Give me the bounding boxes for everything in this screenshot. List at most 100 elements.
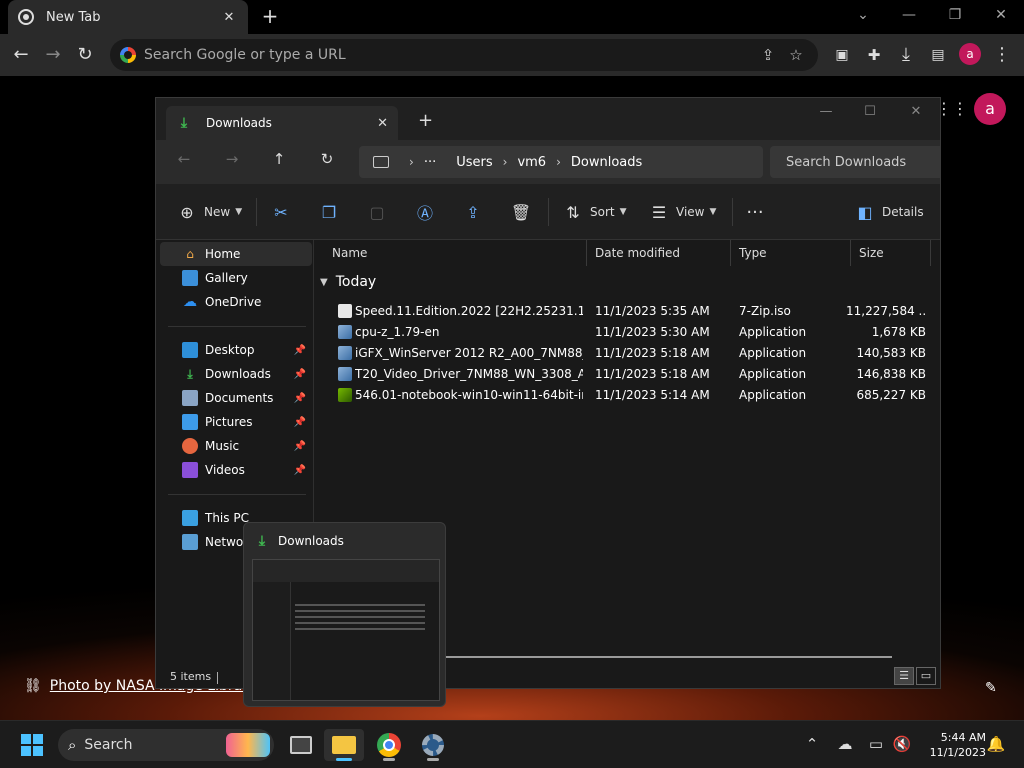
pin-icon[interactable]: 📌 <box>294 417 306 428</box>
volume-muted-icon[interactable]: 🔇 <box>891 735 913 753</box>
task-view-button[interactable] <box>281 729 321 761</box>
minimize-button[interactable]: — <box>886 4 932 28</box>
close-window-button[interactable]: ✕ <box>978 4 1024 28</box>
new-button[interactable]: ⊕ New ▼ <box>176 200 242 224</box>
table-row[interactable]: cpu-z_1.79-en 11/1/2023 5:30 AM Applicat… <box>316 322 936 343</box>
new-tab-button[interactable]: + <box>418 110 433 131</box>
search-box[interactable] <box>770 146 940 178</box>
more-icon[interactable]: ··· <box>424 155 436 170</box>
sidebar-item-music[interactable]: Music 📌 <box>160 434 312 458</box>
sidebar-item-documents[interactable]: Documents 📌 <box>160 386 312 410</box>
sidebar-item-pictures[interactable]: Pictures 📌 <box>160 410 312 434</box>
group-header-today[interactable]: ▼ Today <box>320 274 376 290</box>
rename-button[interactable]: Ⓐ <box>414 200 436 224</box>
restore-button[interactable]: ❐ <box>932 4 978 28</box>
extension-icon[interactable]: ▣ <box>829 42 855 68</box>
tiles-view-icon[interactable]: ▭ <box>916 667 936 685</box>
explorer-tab-downloads[interactable]: ⤓ Downloads ✕ <box>166 106 398 140</box>
taskbar-file-explorer[interactable] <box>324 729 364 761</box>
table-row[interactable]: iGFX_WinServer 2012 R2_A00_7NM88_Set... … <box>316 343 936 364</box>
taskbar-search[interactable]: ⌕ Search <box>58 729 274 761</box>
view-button[interactable]: ☰ View ▼ <box>648 200 717 224</box>
explorer-navbar: ← → ↑ ↻ › ··· Users › vm6 › Downloads <box>156 140 940 184</box>
notification-bell-icon[interactable]: 🔔 <box>985 735 1007 753</box>
forward-button[interactable]: → <box>220 150 244 168</box>
profile-avatar[interactable]: a <box>959 43 981 65</box>
pin-icon[interactable]: 📌 <box>294 369 306 380</box>
menu-kebab-icon[interactable]: ⋮ <box>989 42 1015 68</box>
pencil-icon[interactable]: ✎ <box>985 680 997 696</box>
maximize-button[interactable]: ☐ <box>848 104 892 119</box>
close-icon[interactable]: ✕ <box>377 116 388 131</box>
details-button[interactable]: ◧ Details <box>854 200 923 224</box>
omnibox[interactable]: ⇪ ☆ <box>110 39 818 71</box>
profile-avatar-large[interactable]: a <box>974 93 1006 125</box>
table-row[interactable]: Speed.11.Edition.2022 [22H2.25231.1000].… <box>316 301 936 322</box>
share-icon[interactable]: ⇪ <box>754 46 782 64</box>
chevron-down-icon[interactable]: ⌄ <box>840 4 886 28</box>
cut-button[interactable]: ✂ <box>270 200 292 224</box>
share-button[interactable]: ⇪ <box>462 200 484 224</box>
pin-icon[interactable]: 📌 <box>294 465 306 476</box>
delete-button[interactable]: 🗑 <box>510 200 532 224</box>
sidebar-item-desktop[interactable]: Desktop 📌 <box>160 338 312 362</box>
breadcrumb-users[interactable]: Users <box>456 155 492 170</box>
copy-button[interactable]: ❐ <box>318 200 340 224</box>
search-highlight-icon <box>226 733 270 757</box>
omnibox-input[interactable] <box>144 47 754 63</box>
column-header-size[interactable]: Size <box>851 240 931 266</box>
bookmark-star-icon[interactable]: ☆ <box>782 46 810 64</box>
chrome-tab-new-tab[interactable]: New Tab ✕ <box>8 0 248 34</box>
taskbar-chrome[interactable] <box>369 729 409 761</box>
close-icon[interactable]: ✕ <box>220 10 238 25</box>
forward-button[interactable]: → <box>40 42 66 68</box>
new-tab-button[interactable]: + <box>258 6 282 28</box>
sidebar-item-label: Desktop <box>205 343 255 357</box>
windows-start-icon[interactable] <box>21 734 43 756</box>
search-input[interactable] <box>786 154 924 170</box>
taskbar-settings[interactable] <box>413 729 453 761</box>
side-panel-icon[interactable]: ▤ <box>925 42 951 68</box>
pin-icon[interactable]: 📌 <box>294 345 306 356</box>
breadcrumb-vm6[interactable]: vm6 <box>517 155 546 170</box>
system-clock[interactable]: 5:44 AM 11/1/2023 <box>922 730 986 760</box>
sidebar-item-videos[interactable]: Videos 📌 <box>160 458 312 482</box>
column-header-type[interactable]: Type <box>731 240 851 266</box>
taskbar-thumbnail-preview[interactable]: ⤓ Downloads <box>243 522 446 707</box>
address-bar[interactable]: › ··· Users › vm6 › Downloads <box>359 146 763 178</box>
chevron-up-icon[interactable]: ⌃ <box>801 735 823 753</box>
cloud-off-icon[interactable]: ☁ <box>834 735 856 753</box>
back-button[interactable]: ← <box>8 42 34 68</box>
file-size: 1,678 KB <box>871 325 926 339</box>
download-icon[interactable]: ⤓ <box>893 42 919 68</box>
network-icon[interactable]: ▭ <box>865 735 887 753</box>
paste-button[interactable]: ▢ <box>366 200 388 224</box>
table-row[interactable]: 546.01-notebook-win10-win11-64bit-inte..… <box>316 385 936 406</box>
puzzle-icon[interactable]: ✚ <box>861 42 887 68</box>
close-window-button[interactable]: ✕ <box>894 104 938 119</box>
pin-icon[interactable]: 📌 <box>294 441 306 452</box>
sidebar-item-onedrive[interactable]: ☁ OneDrive <box>160 290 312 314</box>
thumbnail-image[interactable] <box>252 559 440 701</box>
search-icon: ⌕ <box>68 736 77 754</box>
back-button[interactable]: ← <box>172 150 196 168</box>
details-view-icon[interactable]: ☰ <box>894 667 914 685</box>
pin-icon[interactable]: 📌 <box>294 393 306 404</box>
chevron-down-icon: ▼ <box>235 207 243 217</box>
up-button[interactable]: ↑ <box>267 150 291 168</box>
sidebar-item-downloads[interactable]: ⤓ Downloads 📌 <box>160 362 312 386</box>
minimize-button[interactable]: — <box>804 104 848 119</box>
file-name: Speed.11.Edition.2022 [22H2.25231.1000].… <box>355 304 583 318</box>
sort-button[interactable]: ⇅ Sort ▼ <box>562 200 626 224</box>
sidebar-item-gallery[interactable]: Gallery <box>160 266 312 290</box>
see-more-button[interactable]: ··· <box>744 200 766 224</box>
chevron-down-icon: ▼ <box>320 276 328 288</box>
sidebar-item-home[interactable]: ⌂ Home <box>160 242 312 266</box>
horizontal-scrollbar[interactable] <box>446 656 892 658</box>
column-header-name[interactable]: Name <box>324 240 587 266</box>
table-row[interactable]: T20_Video_Driver_7NM88_WN_3308_A00 11/1/… <box>316 364 936 385</box>
reload-button[interactable]: ↻ <box>72 42 98 68</box>
refresh-button[interactable]: ↻ <box>315 150 339 168</box>
breadcrumb-downloads[interactable]: Downloads <box>571 155 642 170</box>
column-header-date[interactable]: Date modified <box>587 240 731 266</box>
